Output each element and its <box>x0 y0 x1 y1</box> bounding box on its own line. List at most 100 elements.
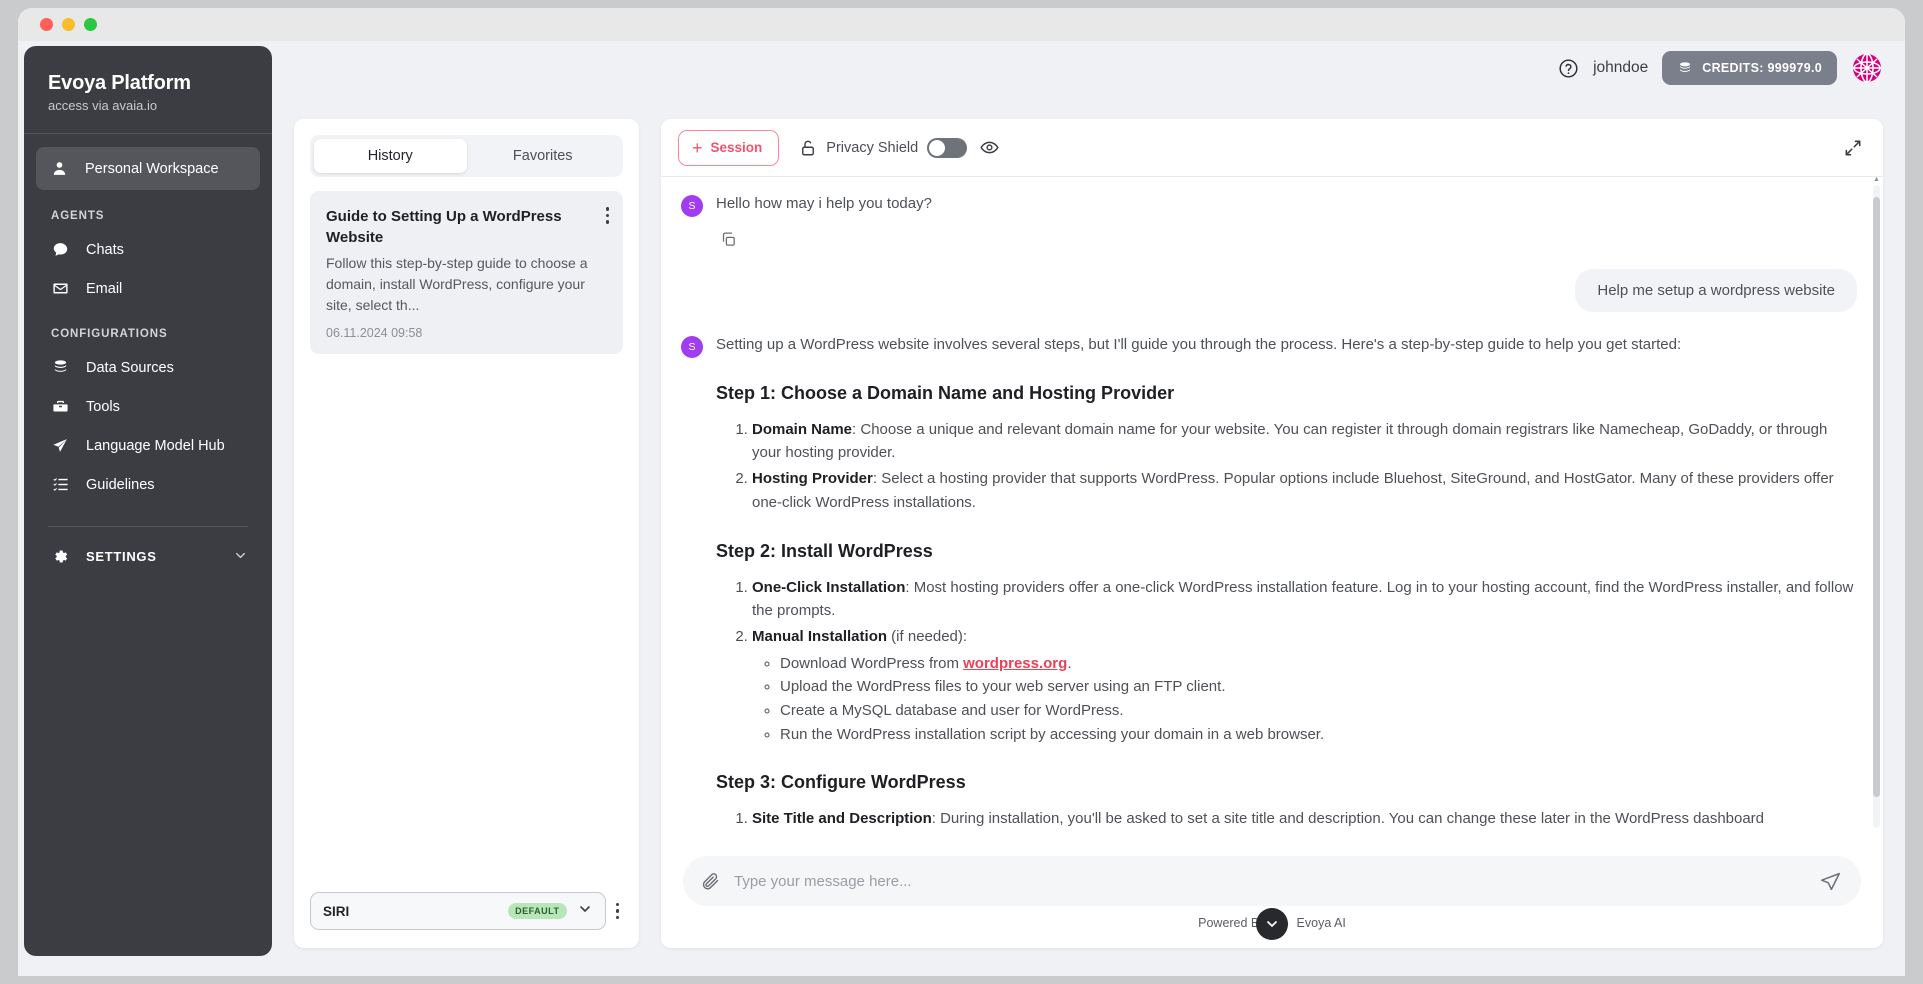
item-bold-label: Manual Installation <box>752 627 888 645</box>
copy-icon[interactable] <box>720 231 737 248</box>
list-item[interactable]: Guide to Setting Up a WordPress Website … <box>310 191 623 354</box>
sidebar-item-settings[interactable]: SETTINGS <box>24 527 272 566</box>
response-sublist: Download WordPress from wordpress.org. U… <box>752 652 1857 747</box>
chevron-down-icon <box>577 901 593 922</box>
list-item: Upload the WordPress files to your web s… <box>780 675 1857 699</box>
message-input[interactable] <box>734 872 1806 890</box>
response-heading-step-2: Step 2: Install WordPress <box>716 540 933 561</box>
item-text: : Choose a unique and relevant domain na… <box>752 420 1828 462</box>
gear-icon <box>51 547 70 566</box>
tab-favorites[interactable]: Favorites <box>467 139 620 173</box>
list-item: One-Click Installation: Most hosting pro… <box>752 576 1857 623</box>
sidebar-section-agents: AGENTS <box>51 210 105 222</box>
list-item: Domain Name: Choose a unique and relevan… <box>752 418 1857 465</box>
new-session-button[interactable]: + Session <box>678 129 780 166</box>
sidebar-item-label: Guidelines <box>86 476 155 493</box>
evoya-brand-label: Evoya AI <box>1296 915 1346 930</box>
sub-text: Create a MySQL database and user for Wor… <box>780 701 1124 719</box>
history-list: Guide to Setting Up a WordPress Website … <box>294 177 639 892</box>
sidebar-item-tools[interactable]: Tools <box>24 387 272 426</box>
window-titlebar <box>18 8 1905 41</box>
agent-select[interactable]: SIRI DEFAULT <box>310 892 606 930</box>
chat-panel: + Session Privacy Shield S Hello how may… <box>661 119 1883 948</box>
avatar: S <box>681 195 703 217</box>
toolbox-icon <box>51 397 70 416</box>
chat-bubble-icon <box>51 240 70 259</box>
expand-arrows-icon[interactable] <box>1843 138 1863 158</box>
chat-scrollbar[interactable]: ▲ <box>1873 176 1880 828</box>
sub-text-post: . <box>1067 654 1072 672</box>
wordpress-org-link[interactable]: wordpress.org <box>963 655 1067 672</box>
history-item-description: Follow this step-by-step guide to choose… <box>326 255 588 313</box>
item-text: (if needed): <box>887 627 968 645</box>
response-list-step-2: One-Click Installation: Most hosting pro… <box>716 576 1857 747</box>
brand-subtitle: access via avaia.io <box>48 98 158 113</box>
privacy-shield-toggle[interactable] <box>927 137 968 158</box>
credits-badge[interactable]: CREDITS: 999979.0 <box>1662 51 1837 85</box>
message-composer <box>683 856 1861 906</box>
maximize-window-button[interactable] <box>84 18 97 31</box>
globe-logo-icon[interactable] <box>1851 52 1883 84</box>
response-heading-step-1: Step 1: Choose a Domain Name and Hosting… <box>716 382 1175 403</box>
response-list-step-3: Site Title and Description: During insta… <box>716 807 1857 831</box>
list-item: Download WordPress from wordpress.org. <box>780 652 1857 676</box>
item-bold-label: One-Click Installation <box>752 578 906 596</box>
paper-plane-icon <box>51 436 70 455</box>
sidebar-item-label: Email <box>86 280 123 297</box>
sidebar-item-chats[interactable]: Chats <box>24 230 272 269</box>
scroll-up-arrow-icon[interactable]: ▲ <box>1873 176 1880 183</box>
history-item-date: 06.11.2024 09:58 <box>326 325 423 340</box>
tab-history[interactable]: History <box>314 139 467 173</box>
send-icon[interactable] <box>1820 871 1841 892</box>
session-label: Session <box>710 140 763 155</box>
item-text: : Most hosting providers offer a one-cli… <box>752 578 1854 620</box>
history-item-title: Guide to Setting Up a WordPress Website <box>326 208 562 246</box>
assistant-greeting-message: S Hello how may i help you today? <box>681 193 1857 217</box>
agent-name: SIRI <box>323 903 350 919</box>
item-bold-label: Domain Name <box>752 420 853 438</box>
privacy-shield-label: Privacy Shield <box>826 139 919 156</box>
eye-icon[interactable] <box>980 138 999 157</box>
paperclip-icon[interactable] <box>700 871 720 891</box>
sidebar-section-configurations: CONFIGURATIONS <box>51 328 168 340</box>
sidebar-item-personal-workspace[interactable]: Personal Workspace <box>36 147 260 190</box>
sidebar-item-data-sources[interactable]: Data Sources <box>24 348 272 387</box>
kebab-menu-icon[interactable] <box>604 205 612 226</box>
coins-icon <box>1677 60 1693 76</box>
assistant-response-message: S Setting up a WordPress website involve… <box>681 334 1857 833</box>
message-text: Hello how may i help you today? <box>716 195 932 212</box>
history-panel: History Favorites Guide to Setting Up a … <box>294 119 639 948</box>
agent-options-kebab-menu-icon[interactable] <box>612 898 624 925</box>
scrollbar-thumb[interactable] <box>1873 197 1880 797</box>
brand-title: Evoya Platform <box>48 72 191 94</box>
list-item: Hosting Provider: Select a hosting provi… <box>752 467 1857 514</box>
sidebar-item-label: Chats <box>86 241 124 258</box>
plus-icon: + <box>692 137 703 158</box>
sub-text: Download WordPress from <box>780 654 964 672</box>
username-label: johndoe <box>1593 59 1649 76</box>
sidebar-item-label: SETTINGS <box>86 549 157 564</box>
sidebar: Evoya Platform access via avaia.io Perso… <box>24 46 272 956</box>
sidebar-item-email[interactable]: Email <box>24 269 272 308</box>
sidebar-item-label: Personal Workspace <box>85 160 219 177</box>
list-item: Manual Installation (if needed): Downloa… <box>752 625 1857 746</box>
credits-label: CREDITS: 999979.0 <box>1702 61 1822 75</box>
agent-selector-bar: SIRI DEFAULT <box>294 892 639 948</box>
checklist-icon <box>51 475 70 494</box>
avatar: S <box>681 336 703 358</box>
user-icon <box>50 159 69 178</box>
sub-text: Run the WordPress installation script by… <box>780 725 1325 743</box>
response-intro: Setting up a WordPress website involves … <box>716 336 1682 353</box>
question-circle-icon[interactable] <box>1558 58 1579 79</box>
sidebar-item-label: Language Model Hub <box>86 437 225 454</box>
sidebar-item-language-model-hub[interactable]: Language Model Hub <box>24 426 272 465</box>
minimize-window-button[interactable] <box>62 18 75 31</box>
sidebar-item-guidelines[interactable]: Guidelines <box>24 465 272 504</box>
app-viewport: Evoya Platform access via avaia.io Perso… <box>18 41 1905 976</box>
item-text: : During installation, you'll be asked t… <box>931 810 1765 828</box>
history-tabs: History Favorites <box>310 135 623 177</box>
item-text: : Select a hosting provider that support… <box>752 470 1834 511</box>
scroll-to-bottom-button[interactable] <box>1256 908 1288 940</box>
status-badge: DEFAULT <box>508 903 567 919</box>
close-window-button[interactable] <box>40 18 53 31</box>
